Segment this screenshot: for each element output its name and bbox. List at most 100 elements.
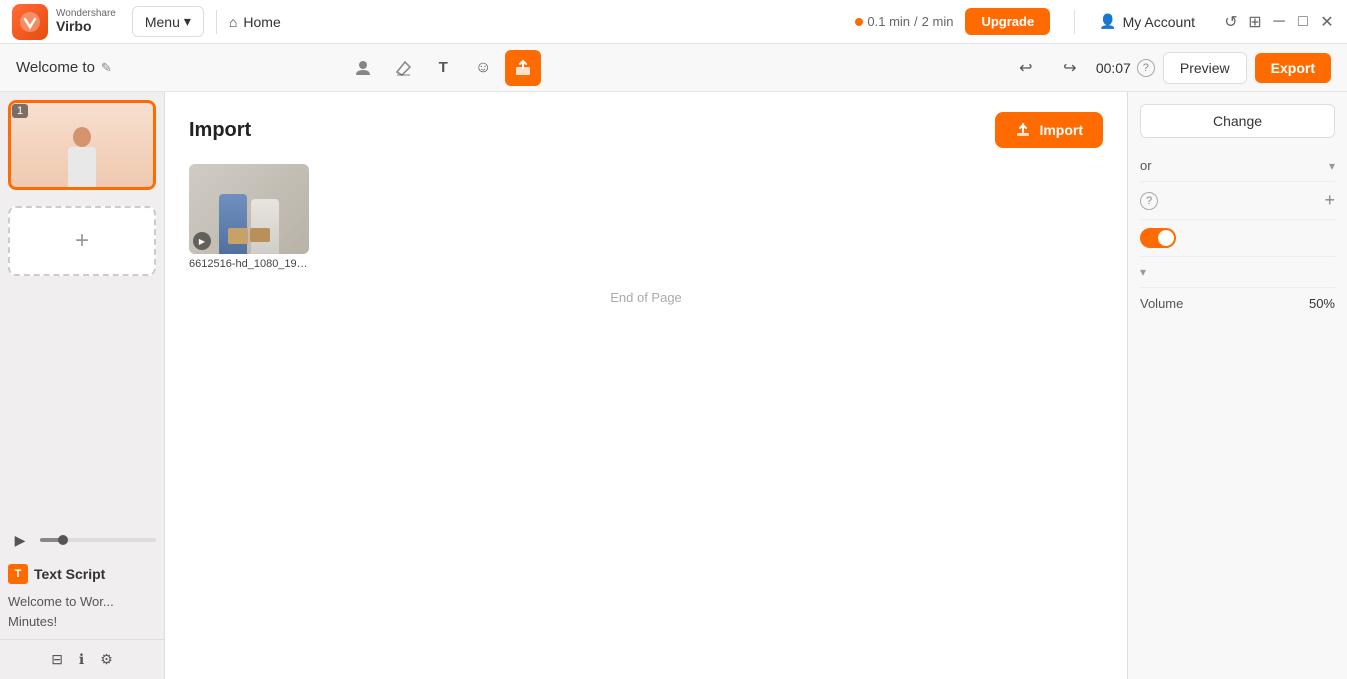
text-script-panel: T Text Script Welcome to Wor... Minutes! bbox=[0, 556, 164, 639]
product-name: Virbo bbox=[56, 19, 116, 34]
video-play-icon: ▶ bbox=[193, 232, 211, 250]
home-button[interactable]: ⌂ Home bbox=[229, 14, 281, 30]
progress-dot bbox=[58, 535, 68, 545]
color-section: or ▾ bbox=[1140, 150, 1335, 182]
boxes bbox=[228, 228, 270, 244]
volume-section: Volume 50% bbox=[1140, 288, 1335, 319]
play-button[interactable]: ▶ bbox=[8, 528, 32, 552]
history-button[interactable]: ↺ bbox=[1223, 14, 1239, 30]
divider2 bbox=[1074, 10, 1075, 34]
upload-icon bbox=[1015, 122, 1031, 138]
logo-area: Wondershare Virbo bbox=[12, 4, 116, 40]
media-tool-button[interactable] bbox=[505, 50, 541, 86]
undo-button[interactable]: ↩ bbox=[1008, 50, 1044, 86]
avatar-torso bbox=[68, 147, 96, 187]
bottom-toolbar: ⊟ ℹ ⚙ bbox=[0, 639, 164, 679]
toolbar-tools: T ☺ bbox=[345, 50, 541, 86]
list-item[interactable]: ▶ 6612516-hd_1080_192... bbox=[189, 164, 309, 270]
time-separator: / bbox=[914, 14, 918, 29]
emoji-tool-button[interactable]: ☺ bbox=[465, 50, 501, 86]
redo-button[interactable]: ↪ bbox=[1052, 50, 1088, 86]
figure1 bbox=[219, 194, 247, 254]
menu-chevron-icon: ▾ bbox=[184, 13, 191, 30]
minimize-button[interactable]: ─ bbox=[1271, 14, 1287, 30]
eraser-tool-button[interactable] bbox=[385, 50, 421, 86]
project-title-area: Welcome to ✎ bbox=[16, 59, 112, 76]
scene-extra-button[interactable]: ⚙ bbox=[100, 651, 113, 668]
box2 bbox=[250, 228, 270, 242]
left-panel: 1 + ▶ bbox=[0, 92, 165, 679]
edit-title-icon[interactable]: ✎ bbox=[101, 60, 112, 76]
scene-item-1[interactable]: 1 bbox=[8, 100, 156, 190]
grid-button[interactable]: ⊞ bbox=[1247, 14, 1263, 30]
import-body: ▶ 6612516-hd_1080_192... End of Page bbox=[165, 164, 1127, 679]
avatar-scene bbox=[11, 103, 153, 187]
time-info: 0.1 min / 2 min bbox=[855, 14, 953, 29]
help-section: ? + bbox=[1140, 182, 1335, 220]
main-layout: 1 + ▶ bbox=[0, 92, 1347, 679]
import-title: Import bbox=[189, 119, 251, 142]
avatar-head bbox=[73, 127, 91, 147]
time-used: 0.1 min bbox=[867, 14, 910, 29]
progress-fill bbox=[40, 538, 63, 542]
text-script-header: T Text Script bbox=[8, 564, 156, 584]
play-icon: ▶ bbox=[15, 532, 26, 549]
preview-button[interactable]: Preview bbox=[1163, 52, 1247, 84]
import-button-label: Import bbox=[1039, 122, 1083, 138]
scene-info-button[interactable]: ℹ bbox=[79, 651, 84, 668]
time-indicator bbox=[855, 18, 863, 26]
toggle-knob bbox=[1158, 230, 1174, 246]
media-grid: ▶ 6612516-hd_1080_192... bbox=[189, 164, 1103, 270]
change-button[interactable]: Change bbox=[1140, 104, 1335, 138]
color-chevron-icon[interactable]: ▾ bbox=[1329, 159, 1335, 173]
section-add-icon[interactable]: + bbox=[1324, 190, 1335, 211]
scene-number: 1 bbox=[12, 104, 28, 118]
title-bar: Wondershare Virbo Menu ▾ ⌂ Home 0.1 min … bbox=[0, 0, 1347, 44]
media-filename: 6612516-hd_1080_192... bbox=[189, 258, 309, 270]
app-logo-icon bbox=[12, 4, 48, 40]
scene-settings-button[interactable]: ⊟ bbox=[51, 651, 63, 668]
import-modal: Import Import bbox=[165, 92, 1127, 679]
export-button[interactable]: Export bbox=[1255, 53, 1331, 83]
figure2 bbox=[251, 199, 279, 254]
home-icon: ⌂ bbox=[229, 14, 237, 30]
text-script-title: Text Script bbox=[34, 566, 105, 582]
avatar-body bbox=[68, 127, 96, 187]
time-display: 00:07 ? bbox=[1096, 59, 1155, 77]
divider bbox=[216, 10, 217, 34]
play-bar: ▶ bbox=[0, 524, 164, 556]
section-chevron-icon[interactable]: ▾ bbox=[1140, 265, 1146, 279]
time-help-icon[interactable]: ? bbox=[1137, 59, 1155, 77]
home-label: Home bbox=[243, 14, 280, 30]
project-title: Welcome to bbox=[16, 59, 95, 76]
logo-text: Wondershare Virbo bbox=[56, 8, 116, 34]
maximize-button[interactable]: □ bbox=[1295, 14, 1311, 30]
text-script-icon: T bbox=[8, 564, 28, 584]
menu-button[interactable]: Menu ▾ bbox=[132, 6, 204, 37]
account-label: My Account bbox=[1123, 14, 1195, 30]
volume-value: 50% bbox=[1309, 296, 1335, 311]
avatar-tool-button[interactable] bbox=[345, 50, 381, 86]
add-scene-button[interactable]: + bbox=[8, 206, 156, 276]
import-button[interactable]: Import bbox=[995, 112, 1103, 148]
undo-icon: ↩ bbox=[1019, 58, 1032, 78]
toggle-section bbox=[1140, 220, 1335, 257]
progress-bar[interactable] bbox=[40, 538, 156, 542]
window-controls: ↺ ⊞ ─ □ ✕ bbox=[1223, 14, 1335, 30]
account-button[interactable]: 👤 My Account bbox=[1099, 13, 1195, 30]
close-button[interactable]: ✕ bbox=[1319, 14, 1335, 30]
menu-label: Menu bbox=[145, 14, 180, 30]
toggle-switch[interactable] bbox=[1140, 228, 1176, 248]
volume-label: Volume bbox=[1140, 296, 1183, 311]
toolbar-right: ↩ ↪ 00:07 ? Preview Export bbox=[1008, 50, 1331, 86]
text-tool-button[interactable]: T bbox=[425, 50, 461, 86]
section-help-icon[interactable]: ? bbox=[1140, 192, 1158, 210]
media-thumbnail: ▶ bbox=[189, 164, 309, 254]
right-panel: Change or ▾ ? + ▾ Volume 50% bbox=[1127, 92, 1347, 679]
upgrade-button[interactable]: Upgrade bbox=[965, 8, 1050, 35]
end-of-page-label: End of Page bbox=[189, 270, 1103, 325]
chevron-section: ▾ bbox=[1140, 257, 1335, 288]
center-area: Import Import bbox=[165, 92, 1127, 679]
import-header: Import Import bbox=[165, 92, 1127, 164]
redo-icon: ↪ bbox=[1063, 58, 1076, 78]
